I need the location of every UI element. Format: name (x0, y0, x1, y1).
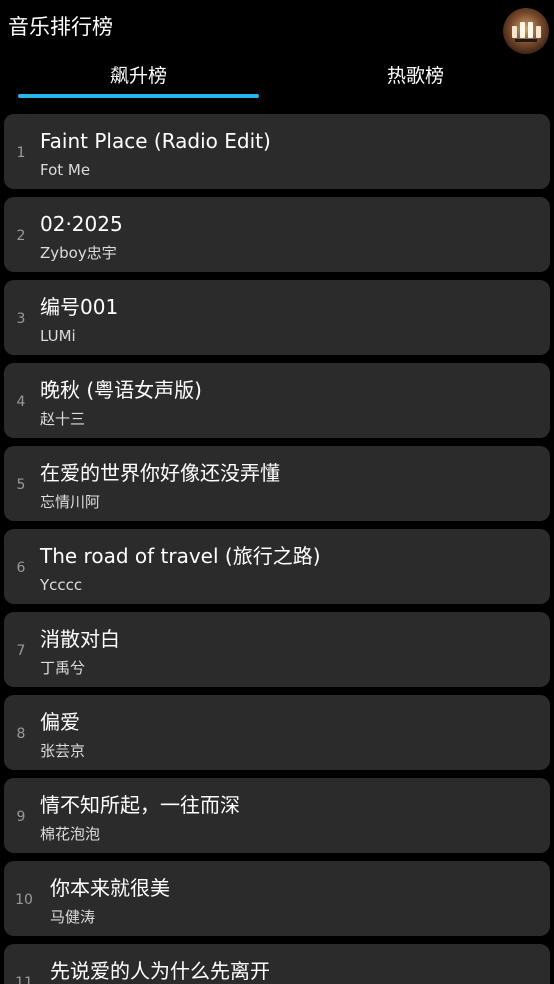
song-artist: Fot Me (40, 161, 91, 179)
song-title: 在爱的世界你好像还没弄懂 (40, 461, 280, 485)
song-list-item[interactable]: 8 偏爱 张芸京 (4, 695, 550, 770)
song-artist: 张芸京 (40, 742, 86, 760)
song-artist: LUMi (40, 327, 76, 345)
user-avatar-icon[interactable] (503, 8, 549, 54)
song-artist: Zyboy忠宇 (40, 244, 117, 262)
tab-indicator (18, 94, 259, 98)
song-list-item[interactable]: 6 The road of travel (旅行之路) Ycccc (4, 529, 550, 604)
song-list-item[interactable]: 9 情不知所起，一往而深 棉花泡泡 (4, 778, 550, 853)
song-title: 02·2025 (40, 212, 123, 236)
song-rank: 1 (16, 145, 26, 161)
tab-hot-songs-chart[interactable]: 热歌榜 (295, 56, 536, 96)
song-artist: 马健涛 (50, 908, 96, 926)
song-list-item[interactable]: 11 先说爱的人为什么先离开 (4, 944, 550, 984)
song-title: 编号001 (40, 295, 119, 319)
song-rank: 10 (15, 892, 33, 908)
song-rank: 9 (16, 809, 26, 825)
song-title: 你本来就很美 (50, 876, 170, 900)
song-rank: 6 (16, 560, 26, 576)
song-title: 偏爱 (40, 710, 80, 734)
song-rank: 2 (16, 228, 26, 244)
song-list-item[interactable]: 4 晚秋 (粤语女声版) 赵十三 (4, 363, 550, 438)
song-rank: 11 (15, 975, 33, 984)
song-rank: 7 (16, 643, 26, 659)
song-list-item[interactable]: 7 消散对白 丁禹兮 (4, 612, 550, 687)
song-list[interactable]: 1 Faint Place (Radio Edit) Fot Me 2 02·2… (4, 114, 550, 984)
song-list-item[interactable]: 2 02·2025 Zyboy忠宇 (4, 197, 550, 272)
song-list-item[interactable]: 1 Faint Place (Radio Edit) Fot Me (4, 114, 550, 189)
song-list-item[interactable]: 3 编号001 LUMi (4, 280, 550, 355)
song-artist: 棉花泡泡 (40, 825, 101, 843)
song-rank: 5 (16, 477, 26, 493)
song-list-item[interactable]: 5 在爱的世界你好像还没弄懂 忘情川阿 (4, 446, 550, 521)
song-rank: 3 (16, 311, 26, 327)
song-artist: 丁禹兮 (40, 659, 86, 677)
ranking-tabs: 飙升榜 热歌榜 (0, 56, 554, 100)
song-title: 消散对白 (40, 627, 120, 651)
song-artist: Ycccc (40, 576, 83, 594)
tab-soaring-chart[interactable]: 飙升榜 (18, 56, 259, 96)
app-title: 音乐排行榜 (8, 15, 113, 39)
song-artist: 赵十三 (40, 410, 86, 428)
app-bar: 音乐排行榜 (0, 0, 554, 56)
song-title: Faint Place (Radio Edit) (40, 129, 271, 153)
song-artist: 忘情川阿 (40, 493, 101, 511)
song-rank: 4 (16, 394, 26, 410)
song-title: 先说爱的人为什么先离开 (50, 959, 270, 983)
song-title: 晚秋 (粤语女声版) (40, 378, 202, 402)
song-title: The road of travel (旅行之路) (40, 544, 321, 568)
song-list-item[interactable]: 10 你本来就很美 马健涛 (4, 861, 550, 936)
song-rank: 8 (16, 726, 26, 742)
song-title: 情不知所起，一往而深 (40, 793, 240, 817)
